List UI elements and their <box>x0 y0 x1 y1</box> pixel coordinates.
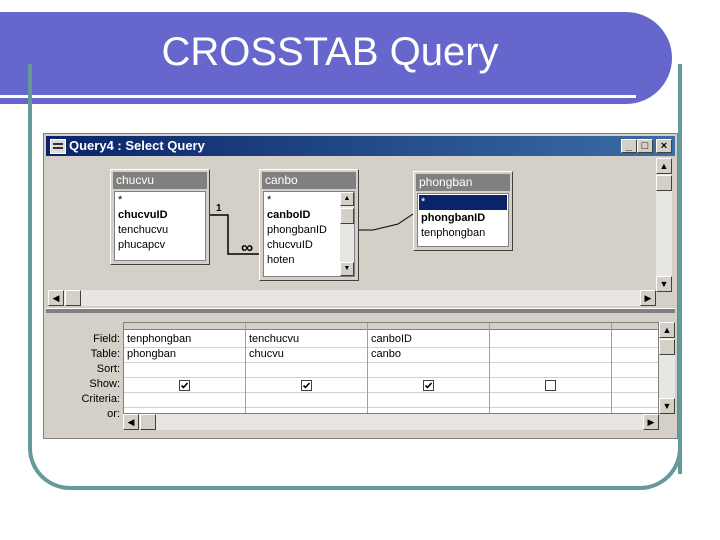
show-checkbox-unchecked[interactable] <box>545 380 556 391</box>
checkmark-icon <box>302 382 311 389</box>
grid-column[interactable]: tenphongban phongban <box>124 323 246 413</box>
row-label-field: Field: <box>93 333 120 345</box>
show-checkbox-checked[interactable] <box>301 380 312 391</box>
table-chucvu-header[interactable]: chucvu <box>113 172 207 189</box>
row-label-show: Show: <box>89 378 120 390</box>
field-cell[interactable]: canboID <box>371 332 412 347</box>
table-phongban-header[interactable]: phongban <box>416 174 510 191</box>
row-label-table: Table: <box>90 348 120 360</box>
column-selector[interactable] <box>612 323 658 330</box>
minimize-button[interactable]: _ <box>621 139 637 153</box>
query-design-grid: tenphongban phongban tenchucvu chucvu ca… <box>123 322 659 414</box>
grid-vertical-scrollbar[interactable]: ▲ ▼ <box>659 322 675 414</box>
column-selector[interactable] <box>490 323 611 330</box>
scroll-left-arrow-icon[interactable]: ◀ <box>123 414 139 430</box>
row-label-criteria: Criteria: <box>81 393 120 405</box>
field-cell[interactable]: tenphongban <box>127 332 191 347</box>
column-selector[interactable] <box>124 323 245 330</box>
field-item[interactable]: * <box>267 193 271 208</box>
grid-column[interactable] <box>612 323 658 413</box>
scroll-right-arrow-icon[interactable]: ▶ <box>640 290 656 306</box>
table-canbo-header[interactable]: canbo <box>262 172 356 189</box>
scroll-thumb[interactable] <box>659 339 675 355</box>
scroll-down-arrow-icon[interactable]: ▼ <box>656 276 672 292</box>
window-title: Query4 : Select Query <box>69 138 205 153</box>
field-item[interactable]: canboID <box>267 208 310 223</box>
join-line-canbo-phongban <box>359 213 414 231</box>
pane-splitter[interactable] <box>46 308 675 313</box>
show-checkbox-checked[interactable] <box>423 380 434 391</box>
scroll-down-arrow-icon[interactable]: ▼ <box>340 262 354 276</box>
field-item[interactable]: tenchucvu <box>118 223 168 238</box>
query-icon <box>50 139 66 154</box>
grid-horizontal-scrollbar[interactable]: ◀ ▶ <box>123 414 659 430</box>
field-item[interactable]: chucvuID <box>267 238 313 253</box>
checkmark-icon <box>424 382 433 389</box>
grid-column[interactable]: tenchucvu chucvu <box>246 323 368 413</box>
maximize-button[interactable]: □ <box>637 139 653 153</box>
scroll-up-arrow-icon[interactable]: ▲ <box>656 158 672 174</box>
scroll-right-arrow-icon[interactable]: ▶ <box>643 414 659 430</box>
table-canbo-fieldlist: * canboID phongbanID chucvuID hoten ▲ ▼ <box>263 191 355 277</box>
row-label-sort: Sort: <box>96 363 120 375</box>
column-selector[interactable] <box>368 323 489 330</box>
scroll-thumb[interactable] <box>656 175 672 191</box>
checkmark-icon <box>180 382 189 389</box>
table-pane-vertical-scrollbar[interactable]: ▲ ▼ <box>656 158 672 292</box>
table-cell[interactable]: chucvu <box>249 347 284 362</box>
table-canbo-scrollbar[interactable]: ▲ ▼ <box>340 192 354 276</box>
column-selector[interactable] <box>246 323 367 330</box>
table-chucvu[interactable]: chucvu * chucvuID tenchucvu phucapcv <box>110 169 210 265</box>
scroll-up-arrow-icon[interactable]: ▲ <box>659 322 675 338</box>
scroll-up-arrow-icon[interactable]: ▲ <box>340 192 354 206</box>
table-phongban[interactable]: phongban * phongbanID tenphongban <box>413 171 513 251</box>
table-pane-horizontal-scrollbar[interactable]: ◀ ▶ <box>48 290 656 306</box>
table-canbo[interactable]: canbo * canboID phongbanID chucvuID hote… <box>259 169 359 281</box>
table-cell[interactable]: canbo <box>371 347 401 362</box>
slide-content-frame-edge <box>678 64 682 474</box>
grid-column[interactable] <box>490 323 612 413</box>
grid-column[interactable]: canboID canbo <box>368 323 490 413</box>
row-label-or: or: <box>107 408 120 420</box>
window-titlebar[interactable]: Query4 : Select Query _ □ × <box>46 136 675 156</box>
field-item[interactable]: hoten <box>267 253 295 268</box>
field-item[interactable]: phongbanID <box>421 211 485 226</box>
field-item[interactable]: phongbanID <box>267 223 327 238</box>
scroll-left-arrow-icon[interactable]: ◀ <box>48 290 64 306</box>
scroll-thumb[interactable] <box>140 414 156 430</box>
show-checkbox-checked[interactable] <box>179 380 190 391</box>
close-button[interactable]: × <box>656 139 672 153</box>
table-phongban-fieldlist: * phongbanID tenphongban <box>417 193 509 247</box>
relationship-one-label: 1 <box>216 203 222 214</box>
scroll-down-arrow-icon[interactable]: ▼ <box>659 398 675 414</box>
relationship-many-label: ∞ <box>241 238 254 257</box>
table-cell[interactable]: phongban <box>127 347 176 362</box>
field-item[interactable]: tenphongban <box>421 226 485 241</box>
field-item-selected[interactable]: * <box>419 195 507 210</box>
scroll-thumb[interactable] <box>340 208 354 224</box>
field-item[interactable]: phucapcv <box>118 238 165 253</box>
query-design-window: Query4 : Select Query _ □ × chucvu * chu… <box>43 133 678 439</box>
field-item[interactable]: * <box>118 193 122 208</box>
table-chucvu-fieldlist: * chucvuID tenchucvu phucapcv <box>114 191 206 261</box>
field-item[interactable]: chucvuID <box>118 208 168 223</box>
table-pane: chucvu * chucvuID tenchucvu phucapcv can… <box>48 158 672 308</box>
field-cell[interactable]: tenchucvu <box>249 332 299 347</box>
design-grid-pane: Field: Table: Sort: Show: Criteria: or: … <box>48 314 675 436</box>
scroll-thumb[interactable] <box>65 290 81 306</box>
